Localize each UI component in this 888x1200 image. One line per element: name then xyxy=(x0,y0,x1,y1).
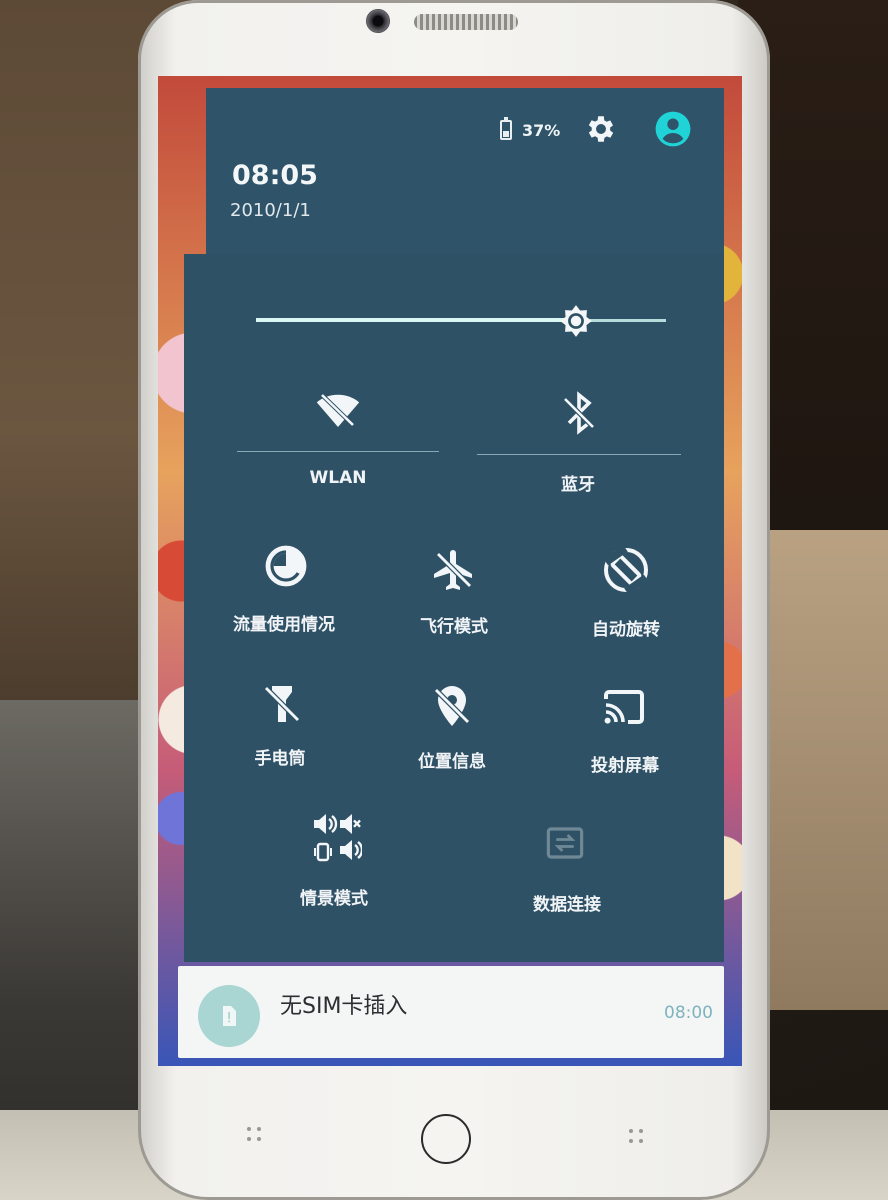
rotate-icon[interactable] xyxy=(602,546,650,594)
tile-divider-wlan xyxy=(237,451,439,452)
tile-label-wlan[interactable]: WLAN xyxy=(268,468,408,488)
front-camera xyxy=(366,9,390,33)
data-usage-icon[interactable] xyxy=(262,542,310,590)
tile-label-airplane[interactable]: 飞行模式 xyxy=(384,612,524,637)
clock-time[interactable]: 08:05 xyxy=(232,160,318,191)
tile-label-data-usage[interactable]: 流量使用情况 xyxy=(214,610,354,635)
data-transfer-icon[interactable] xyxy=(544,822,586,864)
tile-label-sound-profile[interactable]: 情景模式 xyxy=(264,884,404,909)
battery-percent: 37% xyxy=(522,120,561,140)
flashlight-off-icon[interactable] xyxy=(258,680,306,728)
tile-divider-bluetooth xyxy=(477,454,681,455)
brightness-slider-fill xyxy=(256,318,576,322)
notification-card[interactable] xyxy=(178,966,724,1058)
location-off-icon[interactable] xyxy=(428,682,476,730)
bluetooth-off-icon[interactable] xyxy=(555,389,603,437)
tile-label-flashlight[interactable]: 手电筒 xyxy=(210,744,350,769)
brightness-icon[interactable] xyxy=(557,302,595,340)
gear-icon[interactable] xyxy=(584,112,618,146)
menu-key-dots[interactable] xyxy=(627,1127,651,1151)
notification-time: 08:00 xyxy=(664,1003,713,1023)
notification-title[interactable]: 无SIM卡插入 xyxy=(280,988,407,1020)
back-key-dots[interactable] xyxy=(245,1125,269,1149)
tile-label-cast[interactable]: 投射屏幕 xyxy=(555,751,695,776)
tile-label-mobile-data[interactable]: 数据连接 xyxy=(497,890,637,915)
status-icons: 37% xyxy=(500,116,560,144)
background-box xyxy=(758,530,888,1010)
cast-icon[interactable] xyxy=(600,683,648,731)
airplane-off-icon[interactable] xyxy=(430,546,478,594)
tile-label-auto-rotate[interactable]: 自动旋转 xyxy=(556,615,696,640)
home-button[interactable] xyxy=(421,1114,471,1164)
battery-icon xyxy=(500,117,512,140)
sound-profile-icon[interactable] xyxy=(310,812,362,866)
account-circle-icon[interactable] xyxy=(654,110,692,148)
sim-card-icon xyxy=(198,985,260,1047)
earpiece xyxy=(414,14,518,30)
tile-label-location[interactable]: 位置信息 xyxy=(382,747,522,772)
wifi-off-icon[interactable] xyxy=(314,386,362,434)
clock-date[interactable]: 2010/1/1 xyxy=(230,200,311,221)
tile-label-bluetooth[interactable]: 蓝牙 xyxy=(508,470,648,495)
quick-settings-panel xyxy=(184,254,724,962)
